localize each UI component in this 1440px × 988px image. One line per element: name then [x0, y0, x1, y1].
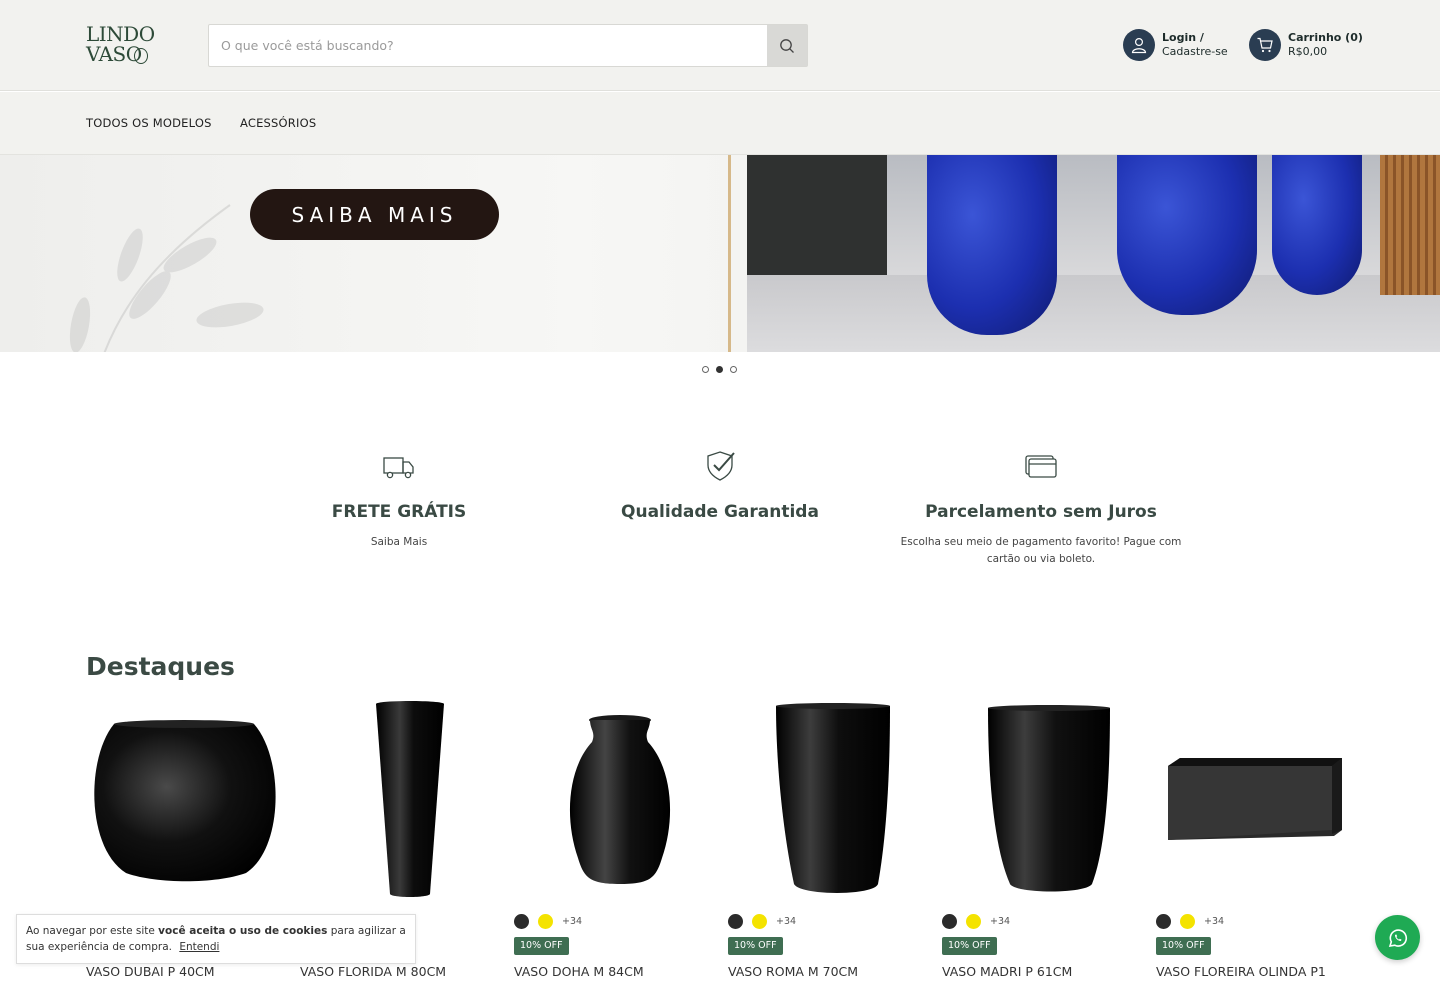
- main-nav: TODOS OS MODELOS ACESSÓRIOS: [0, 92, 1440, 155]
- login-label: Login /: [1162, 31, 1204, 44]
- product-name[interactable]: VASO FLORIDA M 80CM: [300, 964, 446, 979]
- product-card[interactable]: +34 10% OFF VASO FLOREIRA OLINDA P1: [1156, 698, 1352, 988]
- login-text: Login / Cadastre-se: [1162, 31, 1228, 59]
- carousel-dots: [702, 366, 742, 374]
- product-card[interactable]: +34 10% OFF VASO ROMA M 70CM: [728, 698, 924, 988]
- product-name[interactable]: VASO MADRI P 61CM: [942, 964, 1072, 979]
- nav-item-acessorios[interactable]: ACESSÓRIOS: [240, 116, 316, 130]
- blue-vase-3: [1272, 155, 1362, 295]
- logo-line-1: LINDO: [86, 22, 155, 46]
- product-image[interactable]: [300, 698, 496, 900]
- photo-background: [747, 155, 887, 275]
- color-swatch-black[interactable]: [728, 914, 743, 929]
- cards-icon: [1025, 455, 1057, 478]
- blue-vase-1: [927, 155, 1057, 335]
- feature-qualidade: Qualidade Garantida: [570, 450, 870, 522]
- product-card[interactable]: +34 10% OFF VASO MADRI P 61CM: [942, 698, 1138, 988]
- cookie-accept-button[interactable]: Entendi: [179, 941, 219, 953]
- discount-badge: 10% OFF: [728, 937, 783, 955]
- carousel-dot-2[interactable]: [716, 366, 723, 373]
- feature-parcelamento: Parcelamento sem Juros Escolha seu meio …: [891, 450, 1191, 568]
- product-image[interactable]: [728, 698, 924, 900]
- search-input[interactable]: [209, 25, 769, 66]
- hero-banner[interactable]: SAIBA MAIS: [0, 155, 1440, 352]
- search-icon: [780, 38, 794, 53]
- nav-item-todos-os-modelos[interactable]: TODOS OS MODELOS: [86, 116, 212, 130]
- whatsapp-icon: [1388, 928, 1407, 947]
- cart-count: Carrinho (0): [1288, 31, 1363, 44]
- cart-icon: [1249, 29, 1281, 61]
- user-icon: [1123, 29, 1155, 61]
- feature-title: Qualidade Garantida: [621, 502, 819, 522]
- signup-label: Cadastre-se: [1162, 45, 1228, 58]
- feature-title: FRETE GRÁTIS: [331, 502, 467, 522]
- truck-icon: [383, 457, 414, 479]
- search-bar: [208, 24, 808, 67]
- logo[interactable]: LINDO VASO: [86, 24, 158, 68]
- product-name[interactable]: VASO FLOREIRA OLINDA P1: [1156, 964, 1326, 979]
- color-swatch-black[interactable]: [942, 914, 957, 929]
- cart-link[interactable]: Carrinho (0) R$0,00: [1249, 29, 1369, 63]
- product-image[interactable]: [86, 698, 282, 900]
- discount-badge: 10% OFF: [942, 937, 997, 955]
- color-swatch-yellow[interactable]: [966, 914, 981, 929]
- color-swatch-black[interactable]: [1156, 914, 1171, 929]
- carousel-dot-1[interactable]: [702, 366, 709, 373]
- feature-desc[interactable]: Saiba Mais: [249, 534, 549, 551]
- cookie-banner: Ao navegar por este site você aceita o u…: [16, 914, 416, 964]
- login-link[interactable]: Login / Cadastre-se: [1123, 29, 1243, 63]
- more-colors[interactable]: +34: [1204, 916, 1224, 927]
- product-name[interactable]: VASO DUBAI P 40CM: [86, 964, 215, 979]
- shield-check-icon: [707, 451, 735, 481]
- search-button[interactable]: [767, 25, 807, 66]
- more-colors[interactable]: +34: [562, 916, 582, 927]
- carousel-dot-3[interactable]: [730, 366, 737, 373]
- product-image[interactable]: [514, 698, 710, 900]
- banner-photo: [747, 155, 1440, 352]
- product-image[interactable]: [1156, 698, 1352, 900]
- product-image[interactable]: [942, 698, 1138, 900]
- color-swatch-black[interactable]: [514, 914, 529, 929]
- product-card[interactable]: +34 10% OFF VASO DOHA M 84CM: [514, 698, 710, 988]
- cart-text: Carrinho (0) R$0,00: [1288, 31, 1363, 59]
- discount-badge: 10% OFF: [514, 937, 569, 955]
- feature-title: Parcelamento sem Juros: [925, 502, 1157, 522]
- blue-vase-2: [1117, 155, 1257, 315]
- more-colors[interactable]: +34: [776, 916, 796, 927]
- cart-total: R$0,00: [1288, 45, 1328, 58]
- cookie-text-bold: você aceita o uso de cookies: [158, 925, 328, 937]
- more-colors[interactable]: +34: [990, 916, 1010, 927]
- photo-wood-wall: [1380, 155, 1440, 295]
- whatsapp-button[interactable]: [1375, 915, 1420, 960]
- discount-badge: 10% OFF: [1156, 937, 1211, 955]
- saiba-mais-button[interactable]: SAIBA MAIS: [250, 189, 499, 240]
- color-swatch-yellow[interactable]: [752, 914, 767, 929]
- leaf-icon: [134, 48, 148, 64]
- site-header: LINDO VASO Login / Cadastre-se: [0, 0, 1440, 91]
- product-name[interactable]: VASO DOHA M 84CM: [514, 964, 644, 979]
- banner-divider: [728, 155, 731, 352]
- section-title-destaques: Destaques: [86, 652, 235, 681]
- feature-desc: Escolha seu meio de pagamento favorito! …: [900, 536, 1182, 565]
- feature-frete-gratis: FRETE GRÁTIS Saiba Mais: [249, 450, 549, 551]
- color-swatch-yellow[interactable]: [1180, 914, 1195, 929]
- cookie-text-start: Ao navegar por este site: [26, 925, 159, 937]
- color-swatch-yellow[interactable]: [538, 914, 553, 929]
- product-name[interactable]: VASO ROMA M 70CM: [728, 964, 858, 979]
